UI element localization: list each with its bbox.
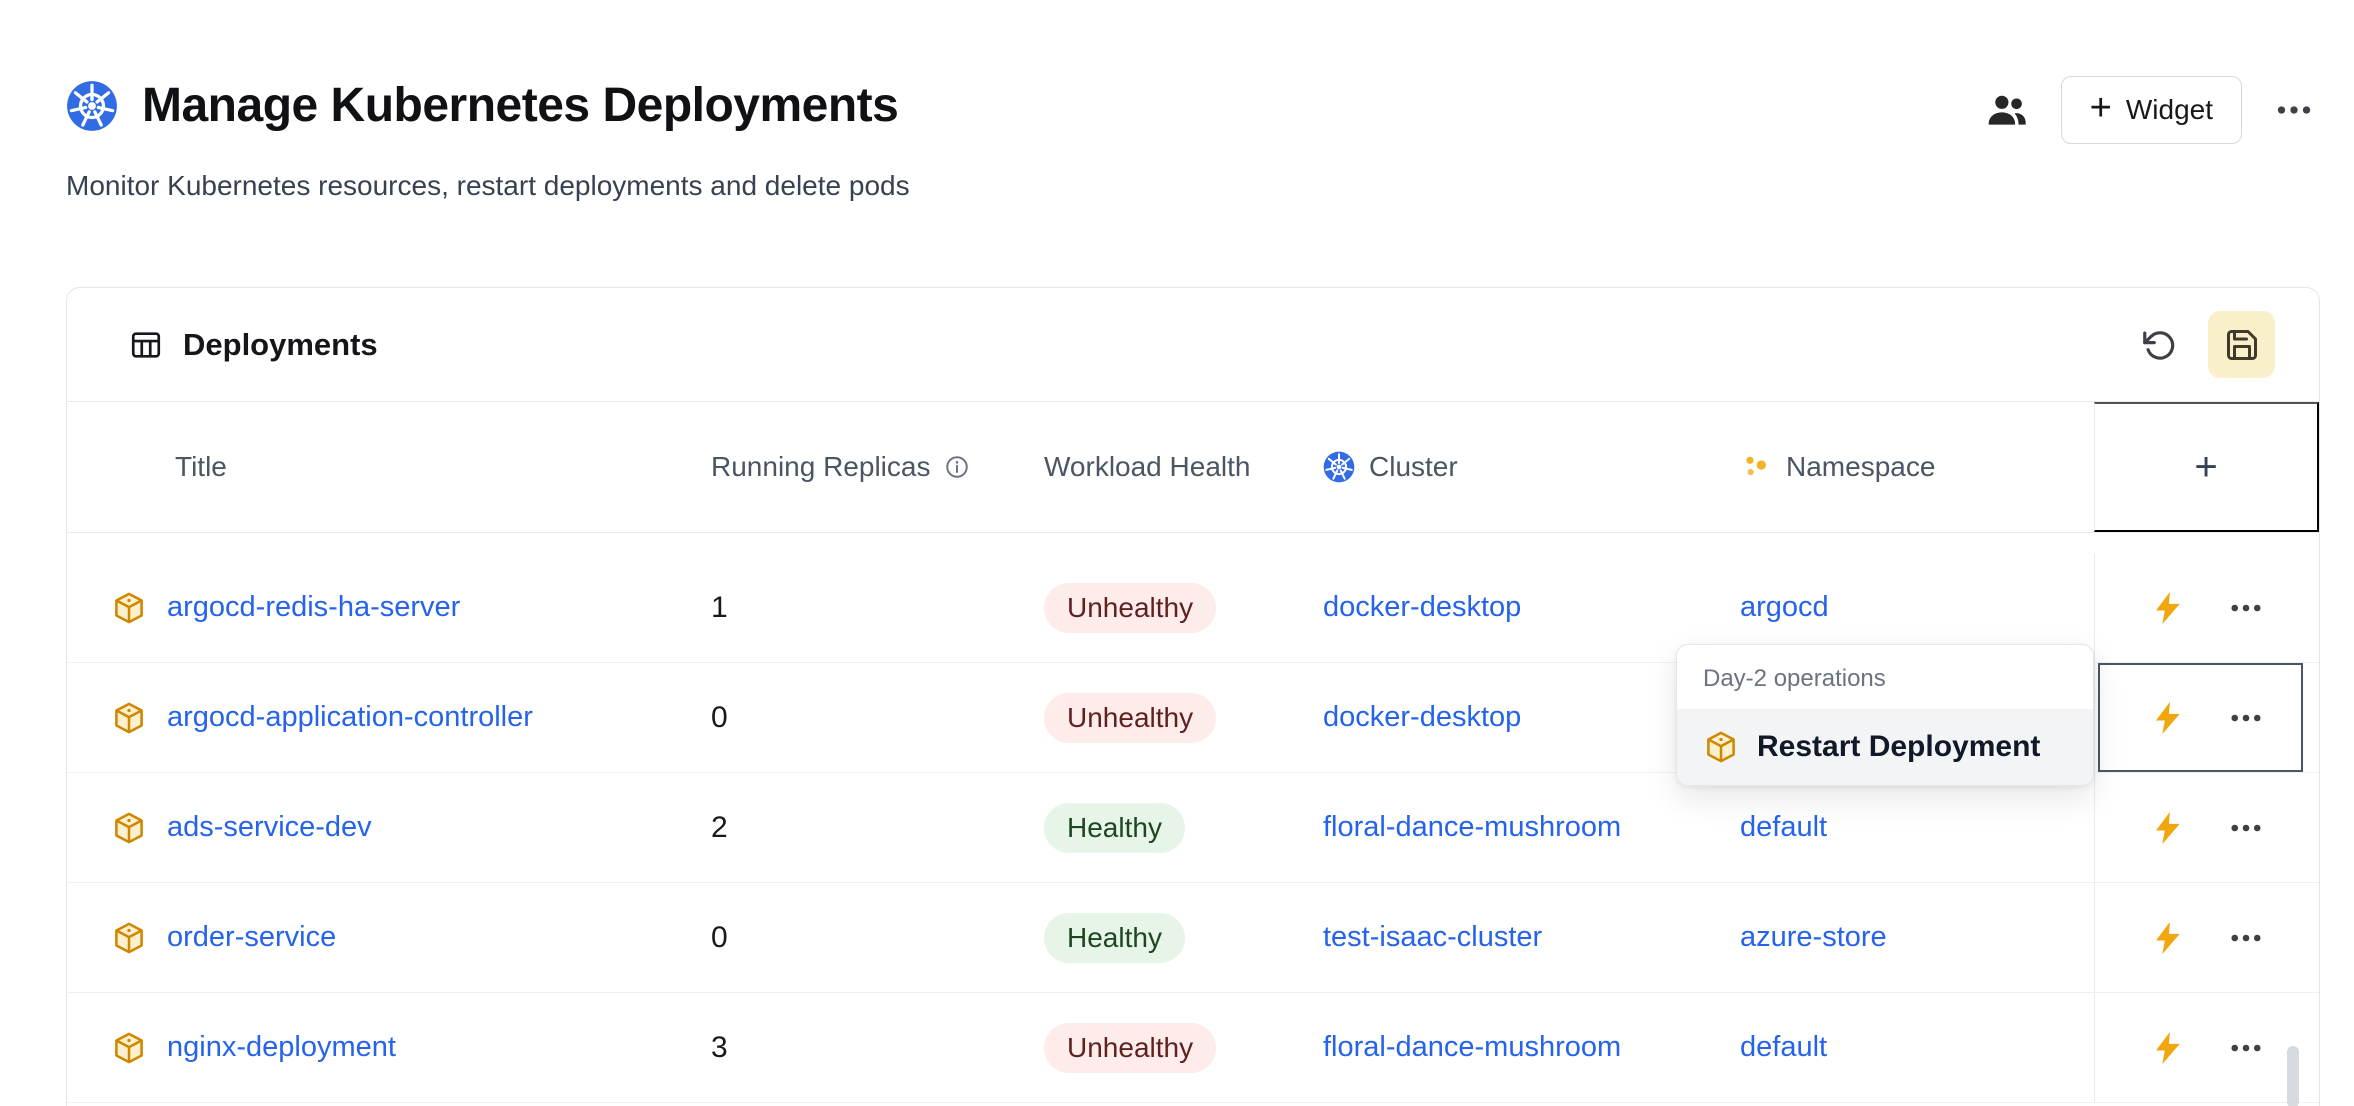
deployment-title-link[interactable]: argocd-redis-ha-server xyxy=(167,591,460,624)
deployment-cube-icon xyxy=(111,1030,147,1066)
row-more-button[interactable] xyxy=(2220,1022,2272,1074)
deployment-title-link[interactable]: ads-service-dev xyxy=(167,811,372,844)
deployment-title-link[interactable]: nginx-deployment xyxy=(167,1031,396,1064)
cluster-link[interactable]: floral-dance-mushroom xyxy=(1323,811,1621,843)
health-badge: Unhealthy xyxy=(1044,1023,1216,1073)
info-icon[interactable] xyxy=(944,454,970,480)
menu-group-label: Day-2 operations xyxy=(1677,665,2093,709)
health-badge: Healthy xyxy=(1044,803,1185,853)
undo-icon xyxy=(2140,326,2178,364)
vertical-scrollbar-thumb[interactable] xyxy=(2287,1046,2299,1106)
namespace-link[interactable]: argocd xyxy=(1740,591,1829,623)
add-widget-button[interactable]: + Widget xyxy=(2061,76,2242,144)
table-row: nginx-deployment 3 Unhealthy floral-danc… xyxy=(67,993,2319,1103)
table-icon xyxy=(129,328,163,362)
namespace-link[interactable]: default xyxy=(1740,1031,1827,1063)
page-more-button[interactable] xyxy=(2274,90,2314,130)
row-more-button[interactable] xyxy=(2220,912,2272,964)
quick-restart-button[interactable] xyxy=(2142,802,2194,854)
undo-button[interactable] xyxy=(2140,326,2178,364)
row-more-icon xyxy=(2228,810,2264,846)
deployment-title-link[interactable]: argocd-application-controller xyxy=(167,701,533,734)
column-header-title-label: Title xyxy=(175,451,227,483)
add-widget-label: Widget xyxy=(2126,94,2213,126)
day2-operations-menu: Day-2 operations Restart Deployment xyxy=(1676,644,2094,786)
replicas-value: 2 xyxy=(711,811,1044,845)
deployment-cube-icon xyxy=(111,700,147,736)
cluster-link[interactable]: docker-desktop xyxy=(1323,591,1521,623)
page-subtitle: Monitor Kubernetes resources, restart de… xyxy=(66,170,910,202)
table-row: ads-service-dev 2 Healthy floral-dance-m… xyxy=(67,773,2319,883)
row-more-icon xyxy=(2228,590,2264,626)
panel-title: Deployments xyxy=(183,327,378,363)
row-more-button[interactable] xyxy=(2220,582,2272,634)
table-row: order-service 0 Healthy test-isaac-clust… xyxy=(67,883,2319,993)
panel-header: Deployments xyxy=(67,288,2319,402)
page-header: Manage Kubernetes Deployments xyxy=(66,78,898,133)
replicas-value: 1 xyxy=(711,591,1044,625)
deployment-cube-icon xyxy=(111,920,147,956)
menu-item-restart-deployment[interactable]: Restart Deployment xyxy=(1677,709,2093,785)
quick-restart-button[interactable] xyxy=(2142,912,2194,964)
add-column-button[interactable]: + xyxy=(2094,402,2319,532)
quick-restart-button[interactable] xyxy=(2142,582,2194,634)
column-header-namespace: Namespace xyxy=(1740,451,2094,483)
cluster-link[interactable]: floral-dance-mushroom xyxy=(1323,1031,1621,1063)
row-more-icon xyxy=(2228,1030,2264,1066)
more-icon xyxy=(2274,90,2314,130)
kubernetes-cluster-icon xyxy=(1323,451,1355,483)
people-icon xyxy=(1985,88,2029,132)
table-body: argocd-redis-ha-server 1 Unhealthy docke… xyxy=(67,533,2319,1103)
row-more-button[interactable] xyxy=(2220,692,2272,744)
cluster-link[interactable]: test-isaac-cluster xyxy=(1323,921,1542,953)
namespace-link[interactable]: default xyxy=(1740,811,1827,843)
column-header-health: Workload Health xyxy=(1044,451,1323,483)
replicas-value: 0 xyxy=(711,921,1044,955)
cluster-link[interactable]: docker-desktop xyxy=(1323,701,1521,733)
plus-icon: + xyxy=(2090,89,2112,127)
replicas-value: 0 xyxy=(711,701,1044,735)
deployment-cube-icon xyxy=(1703,729,1739,765)
namespace-icon xyxy=(1740,451,1772,483)
namespace-link[interactable]: azure-store xyxy=(1740,921,1887,953)
row-more-button[interactable] xyxy=(2220,802,2272,854)
column-header-health-label: Workload Health xyxy=(1044,451,1250,483)
lightning-icon xyxy=(2149,699,2187,737)
save-button[interactable] xyxy=(2208,311,2275,378)
page: Manage Kubernetes Deployments Monitor Ku… xyxy=(0,0,2354,1106)
deployment-cube-icon xyxy=(111,810,147,846)
share-people-button[interactable] xyxy=(1985,88,2029,132)
lightning-icon xyxy=(2149,919,2187,957)
column-header-replicas-label: Running Replicas xyxy=(711,451,930,483)
header-actions: + Widget xyxy=(1985,76,2314,144)
health-badge: Healthy xyxy=(1044,913,1185,963)
column-header-cluster: Cluster xyxy=(1323,451,1740,483)
table-header-row: Title Running Replicas Workload Health C… xyxy=(67,402,2319,533)
menu-item-label: Restart Deployment xyxy=(1757,730,2040,764)
deployment-title-link[interactable]: order-service xyxy=(167,921,336,954)
column-header-title: Title xyxy=(67,451,711,483)
row-more-icon xyxy=(2228,920,2264,956)
column-header-replicas: Running Replicas xyxy=(711,451,1044,483)
quick-restart-button[interactable] xyxy=(2142,1022,2194,1074)
page-title: Manage Kubernetes Deployments xyxy=(142,78,898,133)
deployment-cube-icon xyxy=(111,590,147,626)
add-column-plus-icon: + xyxy=(2194,445,2217,490)
lightning-icon xyxy=(2149,1029,2187,1067)
replicas-value: 3 xyxy=(711,1031,1044,1065)
health-badge: Unhealthy xyxy=(1044,583,1216,633)
column-header-namespace-label: Namespace xyxy=(1786,451,1935,483)
health-badge: Unhealthy xyxy=(1044,693,1216,743)
quick-restart-button[interactable] xyxy=(2142,692,2194,744)
lightning-icon xyxy=(2149,589,2187,627)
kubernetes-logo-icon xyxy=(66,80,118,132)
selected-cell-outline xyxy=(2098,663,2303,772)
column-header-cluster-label: Cluster xyxy=(1369,451,1458,483)
row-more-icon xyxy=(2228,700,2264,736)
lightning-icon xyxy=(2149,809,2187,847)
save-icon xyxy=(2224,327,2260,363)
